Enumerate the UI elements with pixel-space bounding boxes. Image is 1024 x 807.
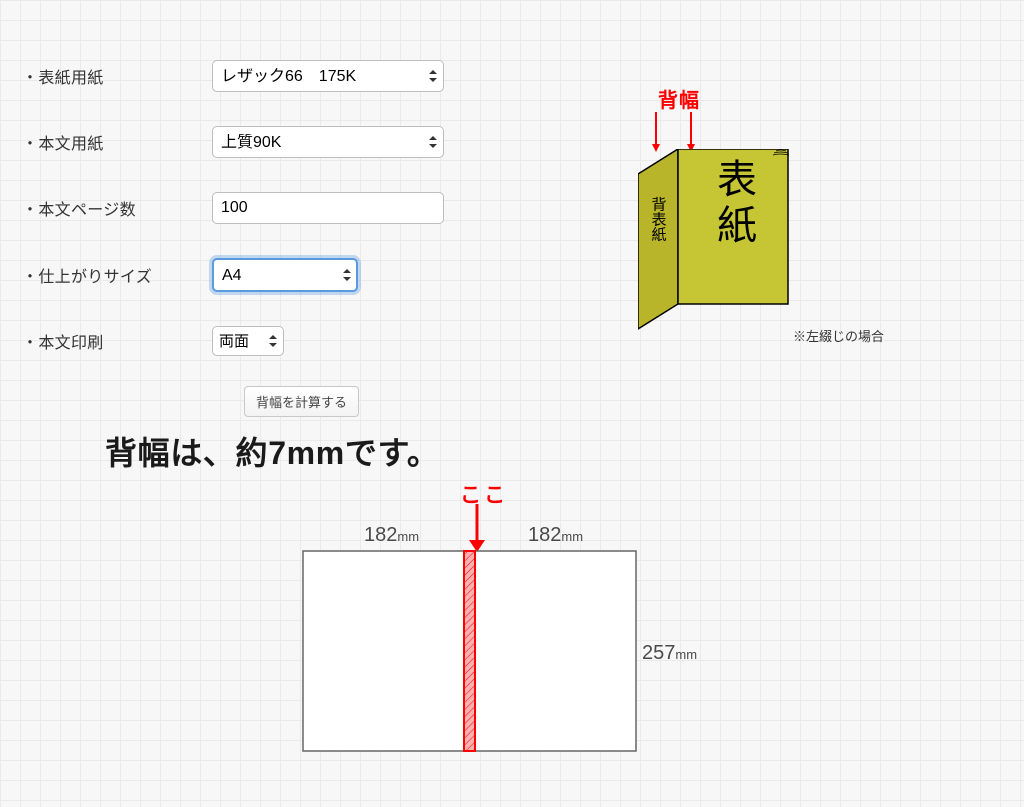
flat-cover-diagram <box>300 478 640 758</box>
finish-size-label: ・仕上がりサイズ <box>22 263 212 287</box>
body-print-row: ・本文印刷 両面 <box>22 326 452 356</box>
pages-input[interactable] <box>212 192 444 224</box>
spine-arrows-icon <box>649 112 709 154</box>
pages-label: ・本文ページ数 <box>22 196 212 220</box>
body-print-select[interactable]: 両面 <box>212 326 284 356</box>
calculator-form: ・表紙用紙 レザック66 175K ・本文用紙 上質90K ・本文ページ数 ・仕… <box>22 60 452 417</box>
body-paper-select[interactable]: 上質90K <box>212 126 444 158</box>
pages-row: ・本文ページ数 <box>22 192 452 224</box>
body-paper-label: ・本文用紙 <box>22 130 212 154</box>
body-print-select-wrap: 両面 <box>212 326 284 356</box>
book-3d-icon: 背表紙 表紙 <box>638 149 808 339</box>
result-text: 背幅は、約7mmです。 <box>105 428 440 474</box>
cover-paper-select-wrap: レザック66 175K <box>212 60 444 92</box>
body-paper-select-wrap: 上質90K <box>212 126 444 158</box>
body-paper-row: ・本文用紙 上質90K <box>22 126 452 158</box>
finish-size-row: ・仕上がりサイズ A4 <box>22 258 452 292</box>
svg-text:表紙: 表紙 <box>711 158 756 250</box>
finish-size-select[interactable]: A4 <box>212 258 358 292</box>
cover-paper-row: ・表紙用紙 レザック66 175K <box>22 60 452 92</box>
finish-size-select-wrap: A4 <box>212 258 358 292</box>
binding-note: ※左綴じの場合 <box>793 326 884 345</box>
spine-width-heading: 背幅 <box>658 84 700 113</box>
cover-paper-label: ・表紙用紙 <box>22 64 212 88</box>
body-print-label: ・本文印刷 <box>22 329 212 353</box>
cover-paper-select[interactable]: レザック66 175K <box>212 60 444 92</box>
svg-text:背表紙: 背表紙 <box>650 197 667 243</box>
calculate-button[interactable]: 背幅を計算する <box>244 386 359 417</box>
dimension-height: 257mm <box>642 642 697 665</box>
